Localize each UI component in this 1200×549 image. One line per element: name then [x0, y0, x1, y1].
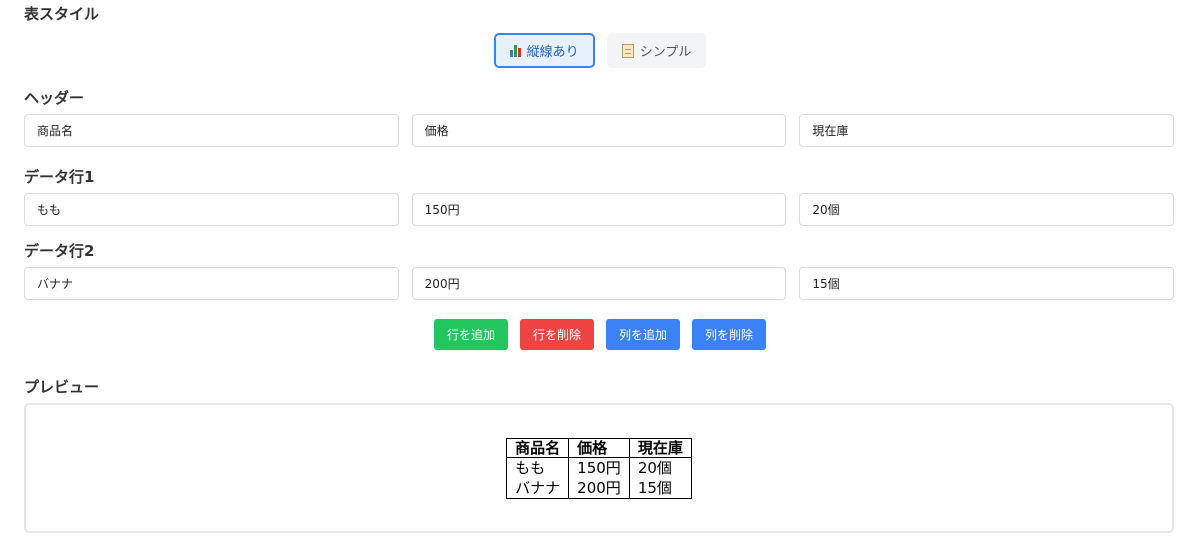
table-row: もも 150円 20個	[506, 457, 692, 478]
simple-style-button[interactable]: シンプル	[606, 33, 707, 68]
header-cell-1-input[interactable]	[24, 114, 399, 147]
add-row-button[interactable]: 行を追加	[433, 319, 508, 350]
add-column-button[interactable]: 列を追加	[606, 319, 681, 350]
data-row-2-inputs	[24, 267, 1175, 300]
preview-cell: 150円	[568, 457, 630, 478]
preview-header-cell: 現在庫	[628, 437, 692, 458]
preview-label: プレビュー	[24, 378, 100, 396]
delete-column-button[interactable]: 列を削除	[692, 319, 767, 350]
preview-cell: もも	[506, 457, 570, 478]
header-inputs-row	[24, 114, 1175, 147]
bar-chart-icon	[509, 44, 521, 57]
table-row: バナナ 200円 15個	[506, 477, 692, 498]
header-cell-3-input[interactable]	[799, 114, 1175, 147]
table-actions: 行を追加 行を削除 列を追加 列を削除	[0, 319, 1200, 350]
simple-style-label: シンプル	[639, 45, 692, 60]
row-2-cell-1-input[interactable]	[24, 267, 399, 300]
memo-icon	[621, 43, 634, 58]
table-style-label: 表スタイル	[24, 5, 100, 23]
row-1-cell-3-input[interactable]	[799, 193, 1175, 226]
vertical-lines-style-label: 縦線あり	[526, 45, 579, 60]
preview-panel: 商品名 価格 現在庫 もも 150円 20個 バナナ 200円 15個	[24, 403, 1174, 533]
preview-header-row: 商品名 価格 現在庫	[506, 437, 692, 458]
vertical-lines-style-button[interactable]: 縦線あり	[493, 33, 595, 68]
preview-cell: 200円	[568, 477, 630, 498]
data-row-2-label: データ行2	[24, 242, 95, 260]
header-section-label: ヘッダー	[24, 89, 85, 107]
preview-table: 商品名 価格 現在庫 もも 150円 20個 バナナ 200円 15個	[506, 437, 692, 499]
preview-cell: 20個	[628, 457, 692, 478]
preview-cell: 15個	[628, 477, 692, 498]
header-cell-2-input[interactable]	[411, 114, 787, 147]
preview-cell: バナナ	[506, 477, 570, 498]
table-style-toggle: 縦線あり シンプル	[0, 33, 1200, 68]
data-row-1-label: データ行1	[24, 168, 95, 186]
data-row-1-inputs	[24, 193, 1175, 226]
row-1-cell-1-input[interactable]	[24, 193, 399, 226]
row-2-cell-2-input[interactable]	[411, 267, 787, 300]
delete-row-button[interactable]: 行を削除	[519, 319, 594, 350]
preview-header-cell: 価格	[568, 437, 630, 458]
row-2-cell-3-input[interactable]	[799, 267, 1175, 300]
preview-header-cell: 商品名	[506, 437, 570, 458]
row-1-cell-2-input[interactable]	[411, 193, 787, 226]
